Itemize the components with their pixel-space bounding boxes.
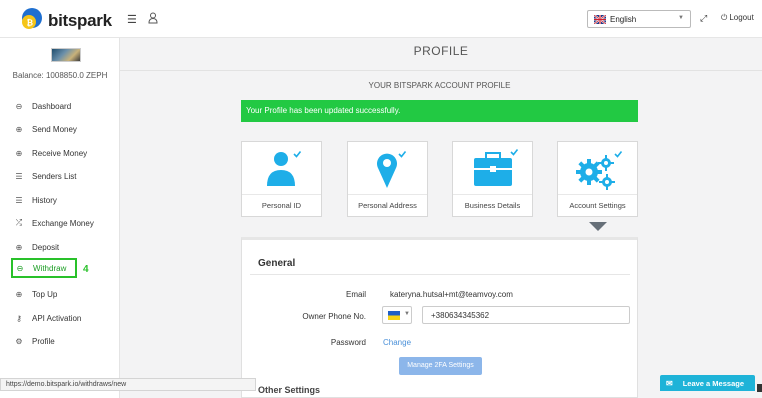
sidebar-item-label: Profile bbox=[32, 336, 55, 346]
phone-field[interactable]: +380634345362 bbox=[422, 306, 630, 324]
status-bar-url: https://demo.bitspark.io/withdraws/new bbox=[0, 378, 256, 391]
avatar[interactable] bbox=[51, 48, 81, 62]
deposit-icon: ⊕ bbox=[15, 242, 23, 252]
sidebar-item-label: History bbox=[32, 195, 57, 205]
sidebar-item-history[interactable]: ☰ History bbox=[14, 190, 114, 210]
person-icon bbox=[267, 151, 302, 186]
divider bbox=[120, 70, 762, 71]
sidebar: Balance: 1008850.0 ZEPH ⊖ Dashboard ⊕ Send… bbox=[0, 38, 120, 398]
chevron-down-icon: ▼ bbox=[678, 15, 684, 21]
ukraine-flag-icon bbox=[388, 311, 400, 320]
gear-icon: ⚙ bbox=[15, 336, 23, 346]
sidebar-item-top-up[interactable]: ⊕ Top Up bbox=[14, 284, 114, 304]
sidebar-item-dashboard[interactable]: ⊖ Dashboard bbox=[14, 96, 114, 116]
success-alert: Your Profile has been updated successful… bbox=[241, 100, 638, 122]
leave-message-button[interactable]: ✉ Leave a Message bbox=[660, 375, 755, 391]
send-money-icon: ⊕ bbox=[15, 124, 23, 134]
user-icon[interactable] bbox=[148, 12, 158, 24]
change-password-link[interactable]: Change bbox=[383, 338, 411, 347]
divider bbox=[558, 194, 637, 195]
sidebar-item-label: Dashboard bbox=[32, 101, 72, 111]
manage-2fa-button[interactable]: Manage 2FA Settings bbox=[399, 357, 482, 375]
key-icon: ⚷ bbox=[16, 313, 22, 323]
exchange-icon: ⤮ bbox=[15, 218, 23, 227]
sidebar-item-withdraw[interactable]: ⊖ Withdraw bbox=[11, 258, 77, 278]
password-label: Password bbox=[330, 338, 366, 347]
top-header: ₿ bitspark ☰ English ▼ ⤢ ⏻ Logout bbox=[0, 0, 762, 38]
balance-text: Balance: 1008850.0 ZEPH bbox=[12, 71, 108, 80]
brand-logo[interactable]: ₿ bitspark bbox=[20, 7, 115, 33]
sidebar-item-label: Exchange Money bbox=[32, 218, 94, 228]
svg-text:₿: ₿ bbox=[27, 19, 34, 28]
withdraw-icon: ⊖ bbox=[16, 263, 24, 273]
leave-message-label: Leave a Message bbox=[682, 378, 744, 388]
active-card-pointer-icon bbox=[589, 222, 607, 231]
sidebar-item-api-activation[interactable]: ⚷ API Activation bbox=[14, 308, 114, 328]
brand-name: bitspark bbox=[48, 11, 112, 30]
step-marker: 4 bbox=[83, 264, 89, 275]
other-settings-heading: Other Settings bbox=[258, 385, 321, 395]
dashboard-icon: ⊖ bbox=[15, 101, 23, 111]
sidebar-item-label: Receive Money bbox=[32, 148, 88, 158]
card-label: Personal ID bbox=[261, 201, 302, 210]
chevron-down-icon: ▼ bbox=[404, 311, 410, 317]
sidebar-item-deposit[interactable]: ⊕ Deposit bbox=[14, 237, 114, 257]
sidebar-item-label: Senders List bbox=[32, 171, 77, 181]
country-code-select[interactable]: ▼ bbox=[382, 306, 412, 324]
sidebar-item-send-money[interactable]: ⊕ Send Money bbox=[14, 119, 114, 139]
divider bbox=[453, 194, 532, 195]
card-label: Account Settings bbox=[569, 201, 626, 210]
envelope-icon: ✉ bbox=[666, 378, 673, 388]
history-icon: ☰ bbox=[15, 195, 23, 205]
divider bbox=[348, 194, 427, 195]
language-select[interactable]: English ▼ bbox=[587, 10, 691, 28]
general-settings-panel: General Email kateryna.hutsal+mt@teamvoy… bbox=[241, 237, 638, 398]
card-personal-id[interactable]: Personal ID bbox=[241, 141, 322, 217]
list-icon: ☰ bbox=[15, 171, 23, 181]
gears-icon bbox=[576, 151, 623, 190]
divider bbox=[242, 194, 321, 195]
top-up-icon: ⊕ bbox=[15, 289, 23, 299]
card-personal-address[interactable]: Personal Address bbox=[347, 141, 428, 217]
briefcase-icon bbox=[474, 149, 519, 186]
sidebar-item-label: API Activation bbox=[32, 313, 82, 323]
section-heading: General bbox=[258, 258, 296, 269]
page-subtitle: YOUR BITSPARK ACCOUNT PROFILE bbox=[368, 81, 511, 90]
email-value: kateryna.hutsal+mt@teamvoy.com bbox=[390, 290, 513, 299]
sidebar-item-senders-list[interactable]: ☰ Senders List bbox=[14, 166, 114, 186]
power-icon: ⏻ bbox=[721, 13, 728, 22]
menu-toggle-icon[interactable]: ☰ bbox=[127, 13, 137, 26]
sidebar-item-label: Top Up bbox=[32, 289, 58, 299]
logout-button[interactable]: ⏻ Logout bbox=[721, 13, 754, 23]
map-pin-icon bbox=[377, 151, 407, 188]
sidebar-item-exchange-money[interactable]: ⤮ Exchange Money bbox=[14, 213, 114, 233]
sidebar-item-label: Send Money bbox=[32, 124, 77, 134]
receive-money-icon: ⊕ bbox=[15, 148, 23, 158]
bitspark-logo-icon: ₿ bbox=[22, 8, 42, 29]
sidebar-item-label: Withdraw bbox=[33, 263, 67, 273]
card-label: Business Details bbox=[464, 201, 521, 210]
card-label: Personal Address bbox=[358, 201, 417, 210]
sidebar-item-receive-money[interactable]: ⊕ Receive Money bbox=[14, 143, 114, 163]
logout-label: Logout bbox=[729, 13, 754, 22]
card-business-details[interactable]: Business Details bbox=[452, 141, 533, 217]
uk-flag-icon bbox=[594, 15, 606, 24]
fullscreen-icon[interactable]: ⤢ bbox=[700, 13, 707, 24]
email-label: Email bbox=[345, 290, 366, 299]
scrollbar-handle[interactable] bbox=[757, 384, 762, 392]
sidebar-item-profile[interactable]: ⚙ Profile bbox=[14, 331, 114, 351]
card-account-settings[interactable]: Account Settings bbox=[557, 141, 638, 217]
sidebar-item-label: Deposit bbox=[32, 242, 60, 252]
phone-label: Owner Phone No. bbox=[302, 312, 366, 321]
page-title: PROFILE bbox=[413, 44, 469, 58]
divider bbox=[250, 274, 630, 275]
language-label: English bbox=[610, 15, 637, 24]
